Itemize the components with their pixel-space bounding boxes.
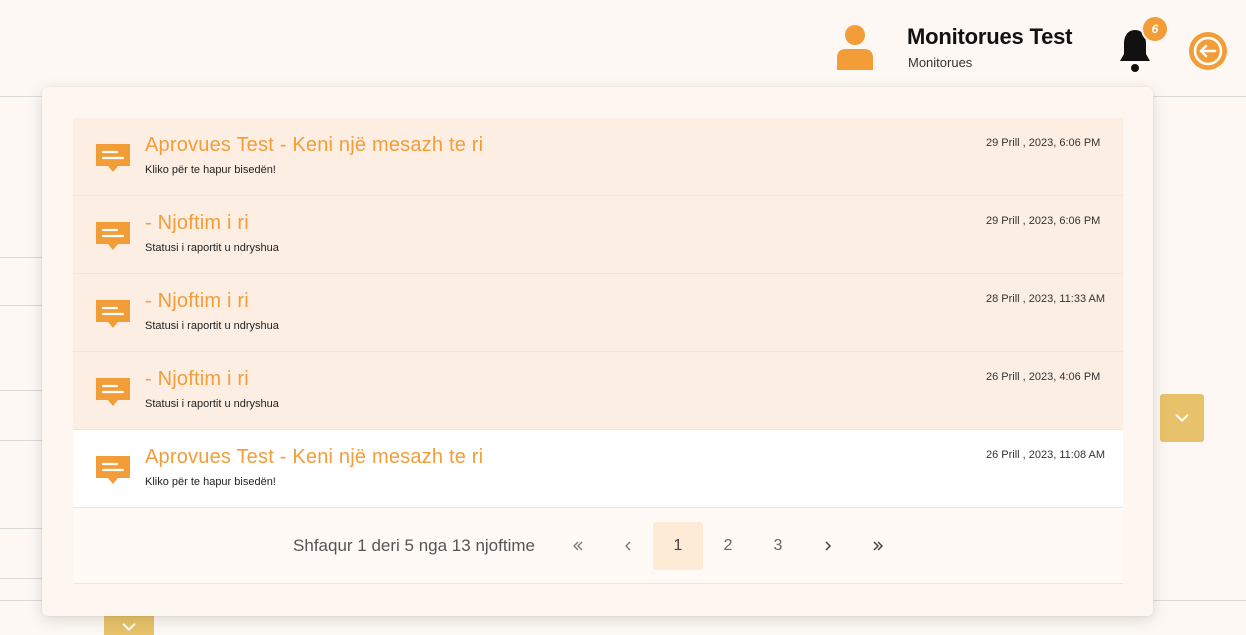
background-divider xyxy=(0,390,42,391)
notification-item[interactable]: - Njoftim i ri Statusi i raportit u ndry… xyxy=(73,274,1123,352)
page-button-3[interactable]: 3 xyxy=(753,522,803,570)
notification-item[interactable]: - Njoftim i ri Statusi i raportit u ndry… xyxy=(73,196,1123,274)
message-icon xyxy=(96,378,130,406)
page-button-2[interactable]: 2 xyxy=(703,522,753,570)
background-divider xyxy=(0,257,42,258)
notification-body: Kliko për te hapur bisedën! xyxy=(145,476,276,488)
message-icon xyxy=(96,300,130,328)
notification-time: 29 Prill , 2023, 6:06 PM xyxy=(986,137,1101,149)
user-icon xyxy=(837,25,873,70)
notification-body: Kliko për te hapur bisedën! xyxy=(145,164,276,176)
background-divider xyxy=(0,578,42,579)
next-page-button[interactable] xyxy=(803,522,853,570)
pagination: Shfaqur 1 deri 5 nga 13 njoftime 1 2 3 xyxy=(73,508,1123,584)
user-role: Monitorues xyxy=(908,55,973,70)
logout-icon[interactable] xyxy=(1187,30,1229,72)
previous-page-button[interactable] xyxy=(603,522,653,570)
notification-title: Aprovues Test - Keni një mesazh te ri xyxy=(145,134,484,156)
background-divider xyxy=(0,528,42,529)
last-page-button[interactable] xyxy=(853,522,903,570)
notification-time: 29 Prill , 2023, 6:06 PM xyxy=(986,215,1101,227)
chevron-down-icon xyxy=(1175,414,1189,422)
background-select-toggle[interactable] xyxy=(1160,394,1204,442)
background-divider xyxy=(0,305,42,306)
notification-title: Aprovues Test - Keni një mesazh te ri xyxy=(145,446,484,468)
notifications-dropdown: Aprovues Test - Keni një mesazh te ri Kl… xyxy=(42,87,1153,616)
pagination-info: Shfaqur 1 deri 5 nga 13 njoftime xyxy=(293,535,535,555)
double-chevron-right-icon xyxy=(873,540,884,551)
chevron-down-icon xyxy=(122,623,136,631)
notification-body: Statusi i raportit u ndryshua xyxy=(145,398,279,410)
notification-time: 26 Prill , 2023, 11:08 AM xyxy=(986,449,1106,461)
notification-title: - Njoftim i ri xyxy=(145,368,249,390)
background-divider xyxy=(0,440,42,441)
notifications-list: Aprovues Test - Keni një mesazh te ri Kl… xyxy=(73,118,1123,584)
notification-time: 26 Prill , 2023, 4:06 PM xyxy=(986,371,1101,383)
notification-item[interactable]: - Njoftim i ri Statusi i raportit u ndry… xyxy=(73,352,1123,430)
user-name: Monitorues Test xyxy=(907,24,1073,49)
notification-body: Statusi i raportit u ndryshua xyxy=(145,242,279,254)
notification-time: 28 Prill , 2023, 11:33 AM xyxy=(986,293,1106,305)
message-icon xyxy=(96,144,130,172)
notification-title: - Njoftim i ri xyxy=(145,290,249,312)
message-icon xyxy=(96,456,130,484)
notification-item[interactable]: Aprovues Test - Keni një mesazh te ri Kl… xyxy=(73,118,1123,196)
notification-count-badge: 6 xyxy=(1141,15,1169,43)
chevron-right-icon xyxy=(825,540,832,551)
notification-body: Statusi i raportit u ndryshua xyxy=(145,320,279,332)
first-page-button[interactable] xyxy=(553,522,603,570)
page-button-1[interactable]: 1 xyxy=(652,521,703,570)
chevron-left-icon xyxy=(625,541,631,550)
message-icon xyxy=(96,222,130,250)
notification-title: - Njoftim i ri xyxy=(145,212,249,234)
double-chevron-left-icon xyxy=(573,541,583,550)
notification-item[interactable]: Aprovues Test - Keni një mesazh te ri Kl… xyxy=(73,430,1123,508)
